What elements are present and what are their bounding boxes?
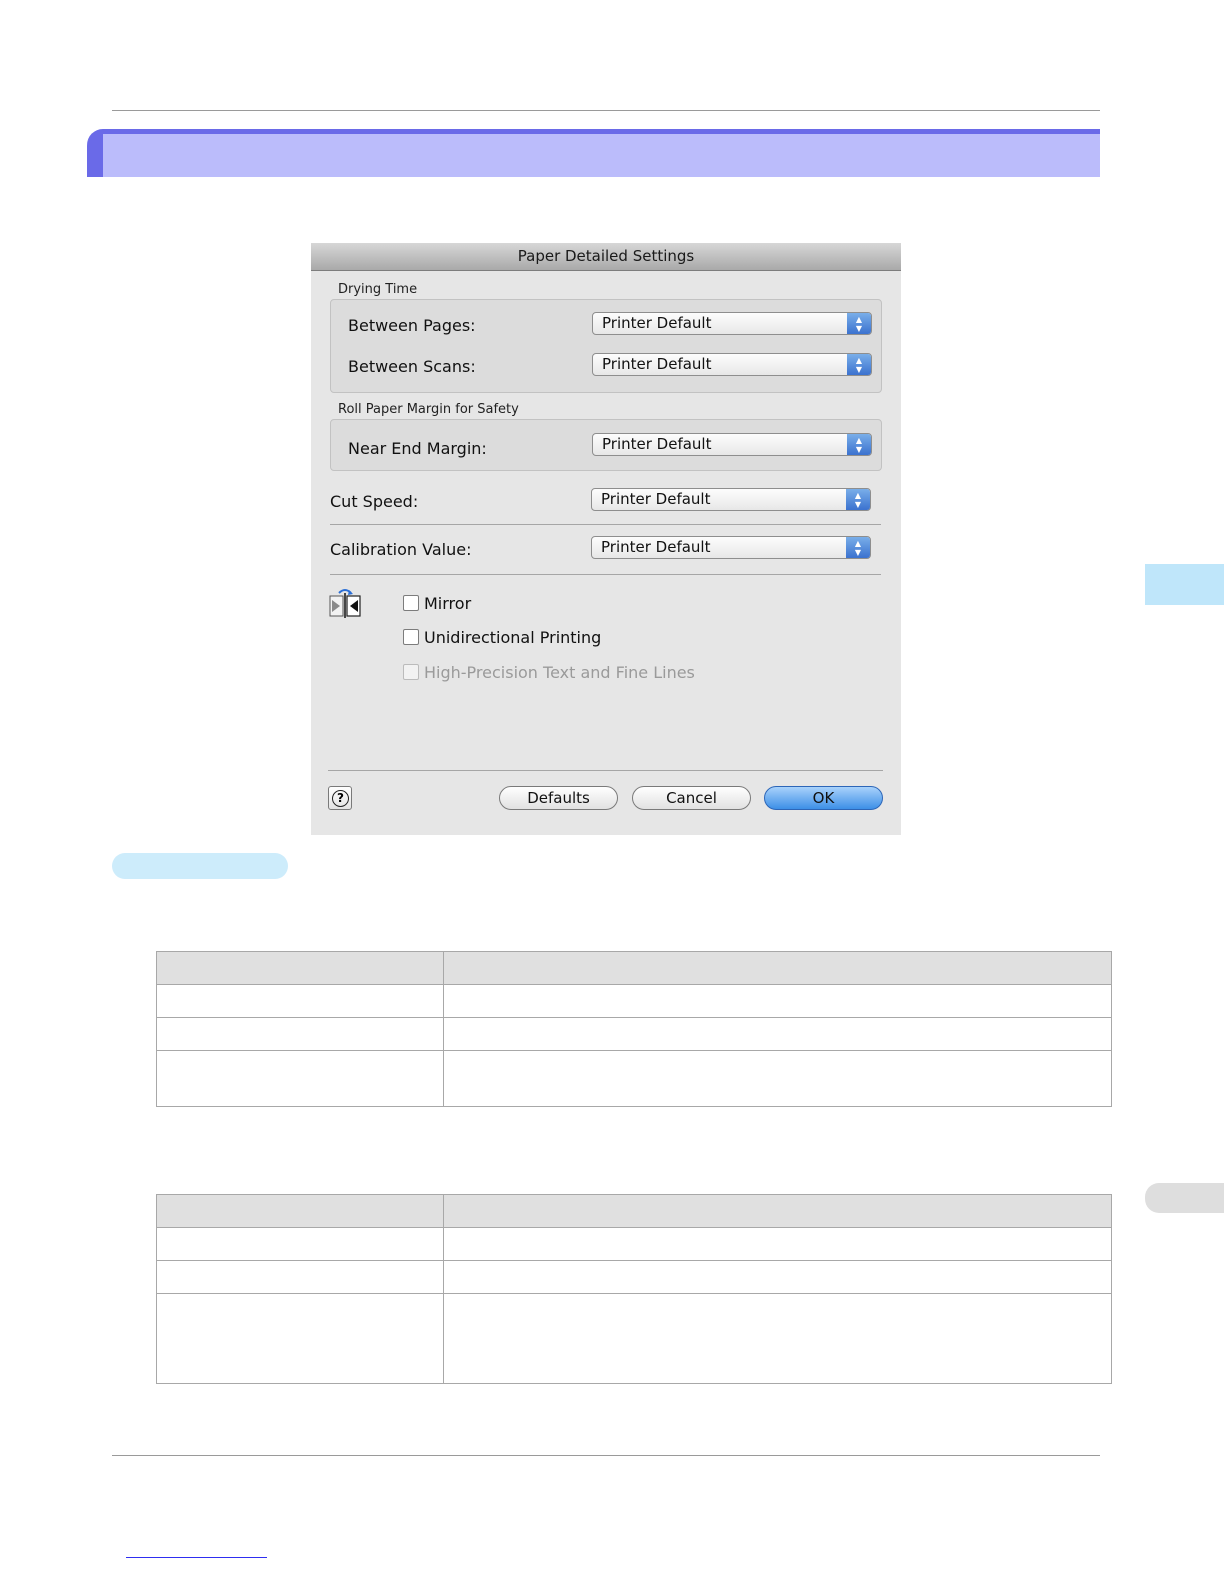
help-button[interactable]: ? xyxy=(328,786,352,810)
divider xyxy=(328,770,883,771)
table-cell xyxy=(443,1017,1112,1051)
header-rule xyxy=(112,110,1100,111)
table-header-row xyxy=(156,1194,1112,1228)
table-cell xyxy=(443,1293,1112,1384)
chapter-side-tab xyxy=(1145,564,1224,605)
footer-link-underline[interactable] xyxy=(126,1557,267,1558)
table-row xyxy=(156,984,1112,1018)
updown-arrows-icon: ▲ ▼ xyxy=(846,489,870,510)
calibration-value-label: Calibration Value: xyxy=(330,540,472,559)
between-scans-popup[interactable]: Printer Default ▲ ▼ xyxy=(592,353,872,376)
table-row xyxy=(156,1260,1112,1294)
table-cell xyxy=(156,1050,444,1107)
near-end-margin-popup[interactable]: Printer Default ▲ ▼ xyxy=(592,433,872,456)
table-1 xyxy=(156,951,1112,1107)
cancel-button[interactable]: Cancel xyxy=(632,786,751,810)
table-row xyxy=(156,1050,1112,1107)
help-icon: ? xyxy=(332,790,349,807)
section-title-bar xyxy=(87,129,1100,177)
high-precision-checkbox xyxy=(403,664,419,680)
table-row xyxy=(156,1017,1112,1051)
divider xyxy=(330,574,881,575)
table-cell xyxy=(443,1227,1112,1261)
table-header-row xyxy=(156,951,1112,985)
mirror-label: Mirror xyxy=(424,594,472,613)
updown-arrows-icon: ▲ ▼ xyxy=(846,537,870,558)
roll-margin-group-label: Roll Paper Margin for Safety xyxy=(338,402,519,417)
near-end-margin-value: Printer Default xyxy=(602,435,712,453)
paper-detailed-settings-dialog: Paper Detailed Settings Drying Time Betw… xyxy=(311,243,901,835)
table-cell xyxy=(156,1260,444,1294)
high-precision-label: High-Precision Text and Fine Lines xyxy=(424,663,695,682)
between-scans-value: Printer Default xyxy=(602,355,712,373)
index-side-tab xyxy=(1145,1183,1224,1213)
table-cell xyxy=(156,1017,444,1051)
calibration-value-popup[interactable]: Printer Default ▲ ▼ xyxy=(591,536,871,559)
unidirectional-printing-label: Unidirectional Printing xyxy=(424,628,602,647)
table-cell xyxy=(443,1050,1112,1107)
near-end-margin-label: Near End Margin: xyxy=(348,439,487,458)
updown-arrows-icon: ▲ ▼ xyxy=(847,354,871,375)
dialog-title: Paper Detailed Settings xyxy=(311,243,901,271)
unidirectional-printing-checkbox[interactable] xyxy=(403,629,419,645)
mirror-checkbox[interactable] xyxy=(403,595,419,611)
subheading-marker xyxy=(112,853,288,879)
table-cell xyxy=(443,1260,1112,1294)
between-scans-label: Between Scans: xyxy=(348,357,476,376)
table-cell xyxy=(156,984,444,1018)
table-cell xyxy=(443,1194,1112,1228)
updown-arrows-icon: ▲ ▼ xyxy=(847,313,871,334)
cut-speed-value: Printer Default xyxy=(601,490,711,508)
defaults-button[interactable]: Defaults xyxy=(499,786,618,810)
table-cell xyxy=(443,951,1112,985)
drying-time-group-label: Drying Time xyxy=(338,282,418,297)
table-row xyxy=(156,1227,1112,1261)
footer-rule xyxy=(112,1455,1100,1456)
table-cell xyxy=(156,1293,444,1384)
between-pages-value: Printer Default xyxy=(602,314,712,332)
table-cell xyxy=(156,1194,444,1228)
ok-button[interactable]: OK xyxy=(764,786,883,810)
table-row xyxy=(156,1293,1112,1384)
table-cell xyxy=(156,1227,444,1261)
updown-arrows-icon: ▲ ▼ xyxy=(847,434,871,455)
divider xyxy=(330,524,881,525)
between-pages-label: Between Pages: xyxy=(348,316,476,335)
mirror-icon xyxy=(329,589,361,618)
cut-speed-popup[interactable]: Printer Default ▲ ▼ xyxy=(591,488,871,511)
between-pages-popup[interactable]: Printer Default ▲ ▼ xyxy=(592,312,872,335)
table-cell xyxy=(443,984,1112,1018)
cut-speed-label: Cut Speed: xyxy=(330,492,419,511)
table-2 xyxy=(156,1194,1112,1384)
table-cell xyxy=(156,951,444,985)
calibration-value-value: Printer Default xyxy=(601,538,711,556)
